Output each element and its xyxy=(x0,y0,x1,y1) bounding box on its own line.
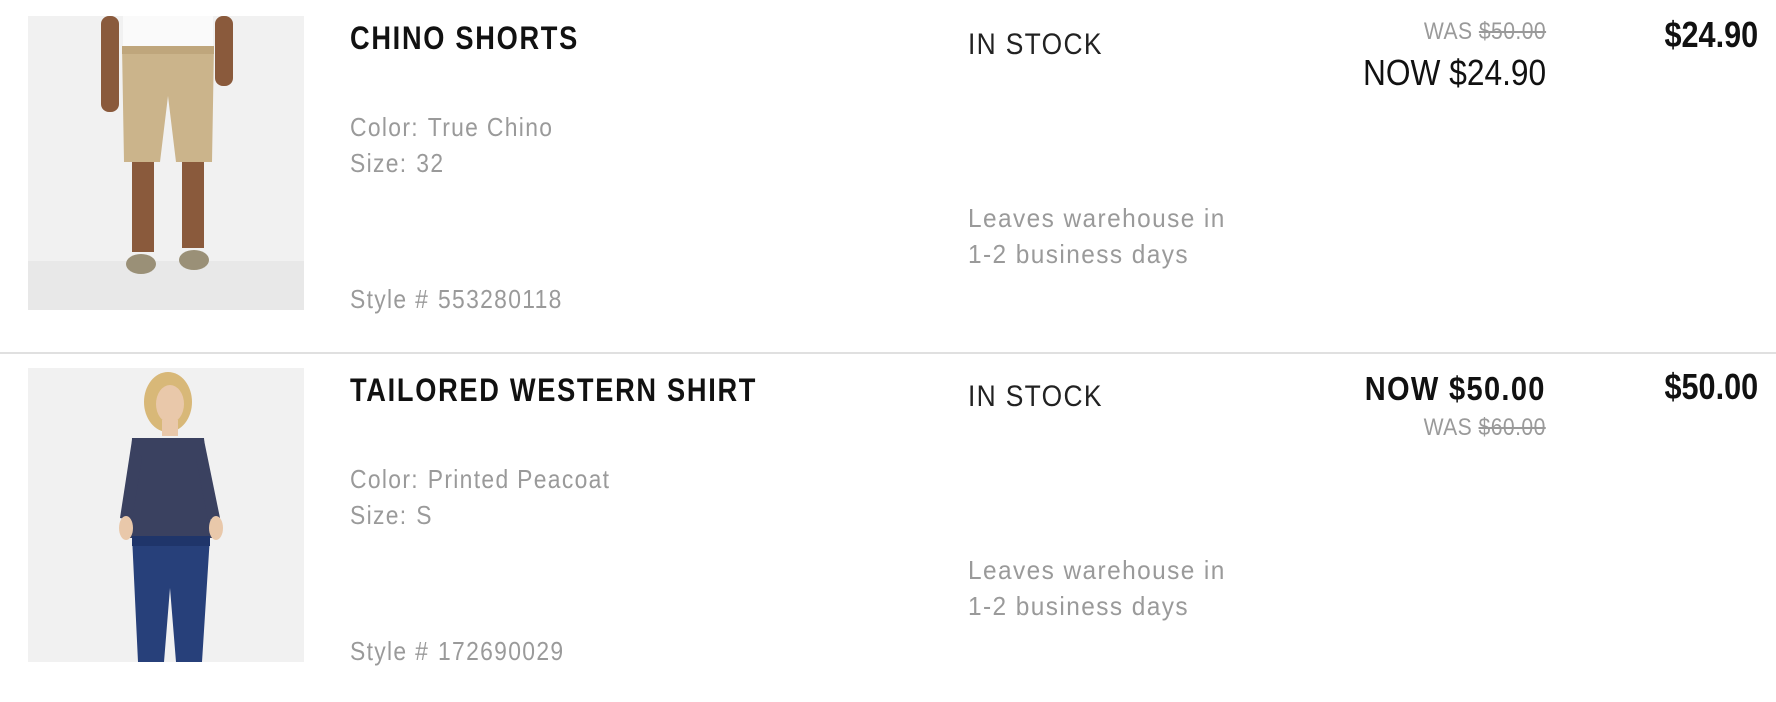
now-label: NOW xyxy=(1362,52,1441,93)
product-size: Size: 32 xyxy=(350,148,444,179)
color-label: Color: xyxy=(350,464,419,494)
product-name[interactable]: CHINO SHORTS xyxy=(350,20,579,57)
stock-status: IN STOCK xyxy=(968,380,1103,413)
size-value: 32 xyxy=(416,148,445,178)
was-label: WAS xyxy=(1423,414,1473,441)
shipping-estimate: Leaves warehouse in 1-2 business days xyxy=(968,203,1226,269)
size-label: Size: xyxy=(350,148,408,178)
product-image-chino-shorts[interactable] xyxy=(28,16,304,310)
now-amount: $50.00 xyxy=(1449,370,1546,407)
was-price: WAS $60.00 xyxy=(1365,414,1546,442)
product-image-western-shirt[interactable] xyxy=(28,368,304,662)
was-price: WAS $50.00 xyxy=(1363,18,1546,46)
now-amount: $24.90 xyxy=(1449,52,1546,93)
size-value: S xyxy=(416,500,433,530)
style-value: 553280118 xyxy=(438,284,563,314)
now-price: NOW $50.00 xyxy=(1365,370,1546,408)
product-size: Size: S xyxy=(350,500,433,531)
color-value: Printed Peacoat xyxy=(427,464,611,494)
now-label: NOW xyxy=(1364,370,1440,407)
product-name[interactable]: TAILORED WESTERN SHIRT xyxy=(350,372,757,409)
size-label: Size: xyxy=(350,500,408,530)
now-price: NOW $24.90 xyxy=(1363,52,1546,94)
cart-item: TAILORED WESTERN SHIRT Color: Printed Pea… xyxy=(0,352,1776,702)
cart-items-list: CHINO SHORTS Color: True Chino Size: 32 St… xyxy=(0,0,1776,702)
line-total: $50.00 xyxy=(1664,366,1758,407)
style-label: Style # xyxy=(350,284,430,314)
cart-item: CHINO SHORTS Color: True Chino Size: 32 St… xyxy=(0,0,1776,354)
was-amount: $50.00 xyxy=(1478,18,1546,45)
shipping-estimate: Leaves warehouse in 1-2 business days xyxy=(968,555,1226,621)
color-label: Color: xyxy=(350,112,419,142)
unit-price: NOW $50.00 WAS $60.00 xyxy=(1340,370,1546,442)
product-color: Color: True Chino xyxy=(350,112,553,143)
line-total: $24.90 xyxy=(1664,14,1758,55)
was-label: WAS xyxy=(1423,18,1473,45)
color-value: True Chino xyxy=(427,112,554,142)
unit-price: WAS $50.00 NOW $24.90 xyxy=(1338,18,1546,94)
navy-western-shirt-photo-icon xyxy=(28,368,304,662)
was-amount: $60.00 xyxy=(1478,414,1546,441)
style-label: Style # xyxy=(350,636,430,666)
product-color: Color: Printed Peacoat xyxy=(350,464,610,495)
style-value: 172690029 xyxy=(438,636,565,666)
stock-status: IN STOCK xyxy=(968,28,1103,61)
khaki-shorts-photo-icon xyxy=(28,16,304,310)
product-style-number: Style # 553280118 xyxy=(350,284,563,315)
product-style-number: Style # 172690029 xyxy=(350,636,564,667)
